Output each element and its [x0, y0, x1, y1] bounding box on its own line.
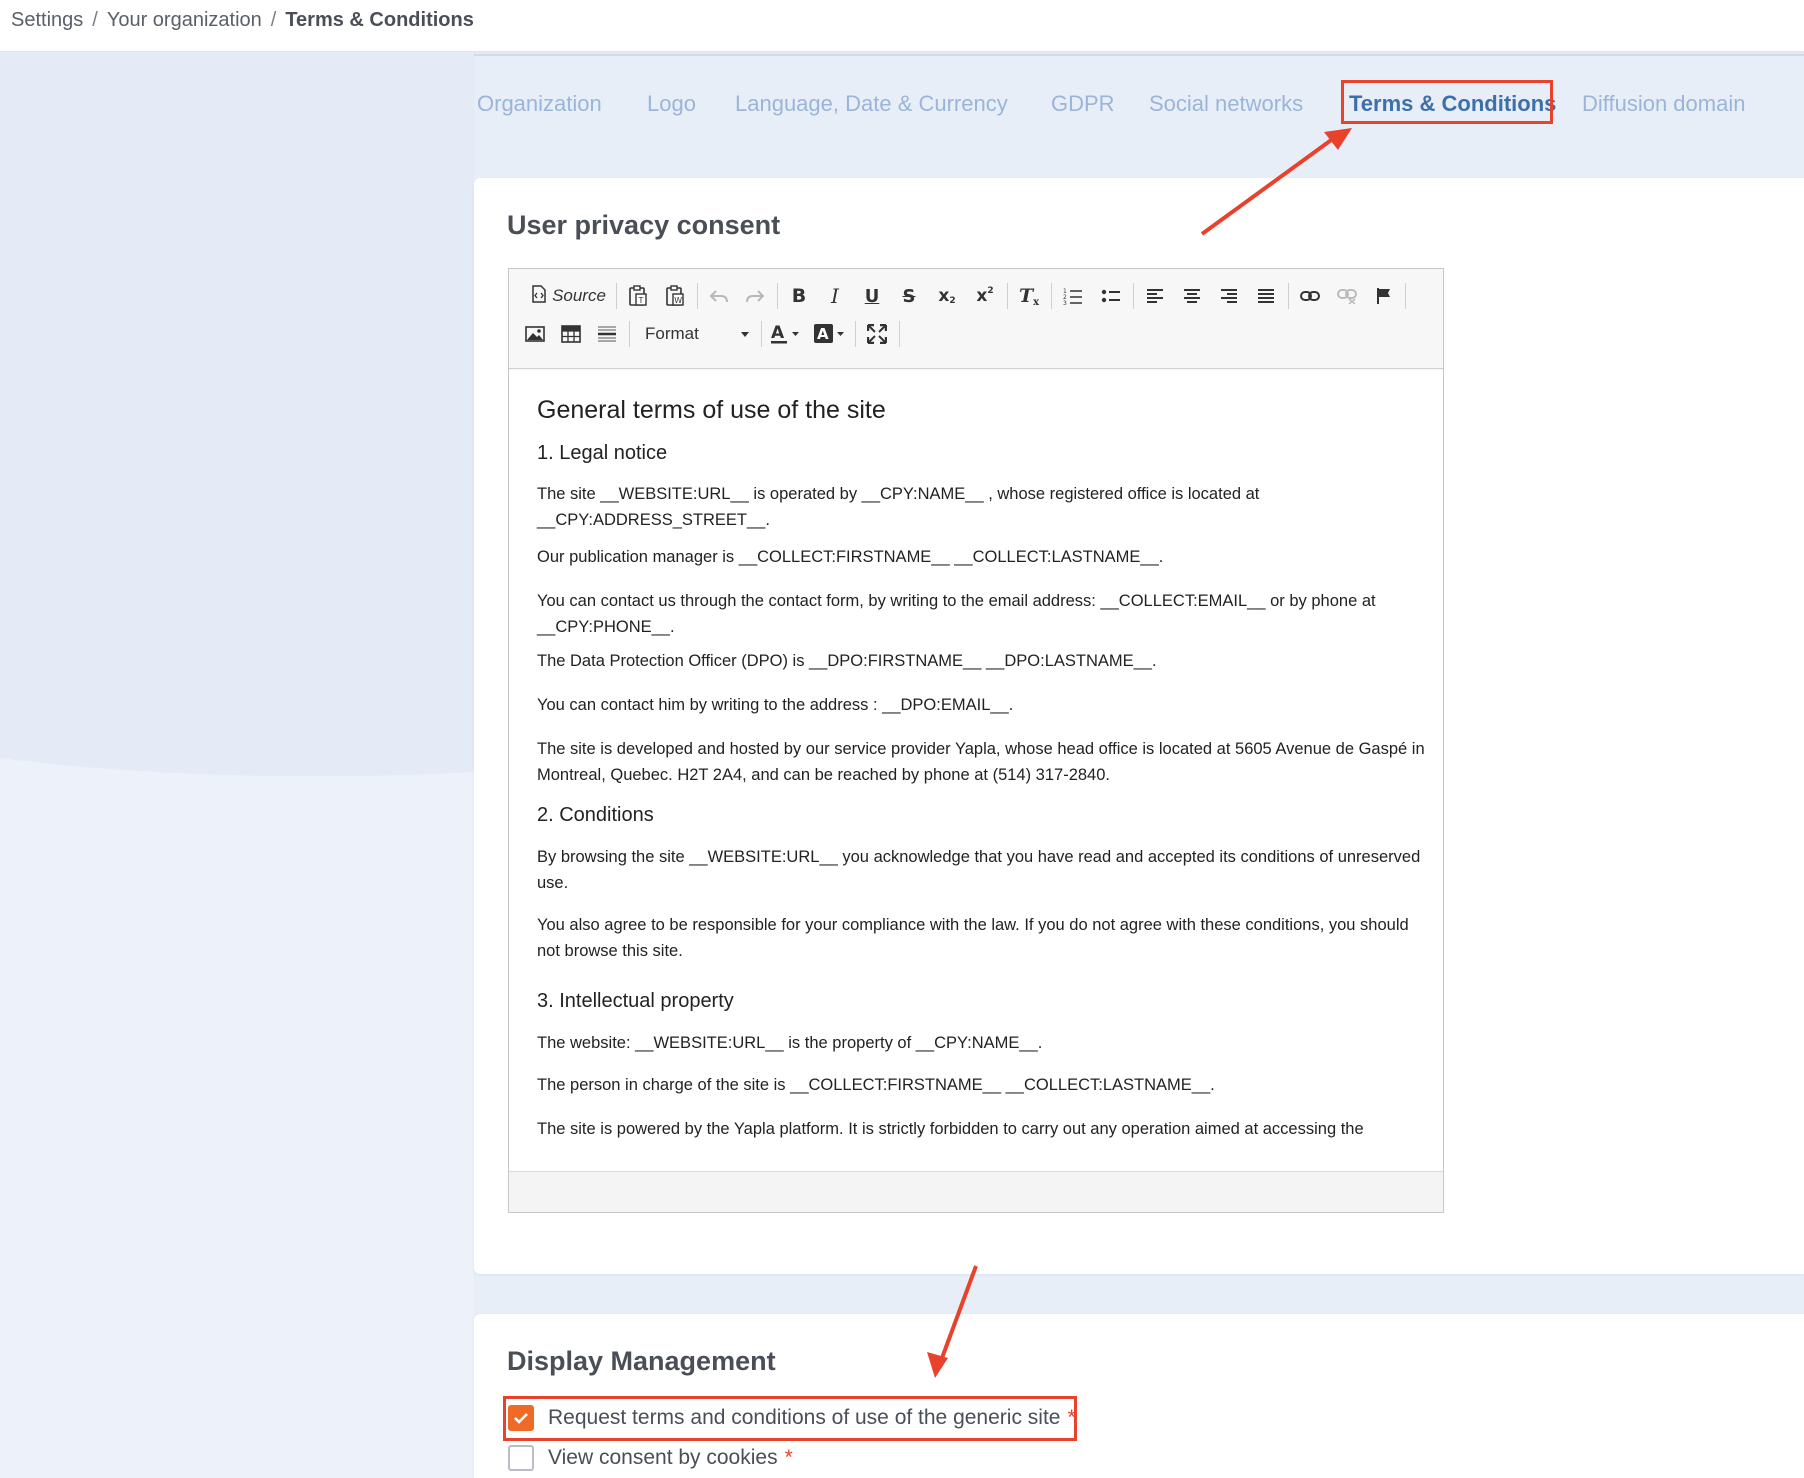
anchor-icon[interactable] — [1368, 281, 1400, 311]
svg-text:3: 3 — [1063, 300, 1067, 305]
paste-word-icon[interactable]: W — [659, 281, 691, 311]
editor-content-area[interactable]: General terms of use of the site 1. Lega… — [509, 370, 1443, 1171]
tab-highlight-box — [1341, 80, 1553, 124]
redo-icon[interactable] — [739, 281, 771, 311]
section-title-legal-notice: 1. Legal notice — [537, 442, 668, 464]
content-paragraph: The person in charge of the site is __CO… — [537, 1076, 1215, 1094]
breadcrumb: Settings / Your organization / Terms & Condi… — [11, 9, 474, 32]
breadcrumb-item-your-organization[interactable]: Your organization — [107, 9, 262, 31]
option-highlight-box — [503, 1396, 1077, 1441]
content-paragraph: The site is powered by the Yapla platfor… — [537, 1120, 1364, 1138]
section-title-conditions: 2. Conditions — [537, 804, 654, 826]
source-button[interactable]: Source — [527, 281, 611, 311]
toolbar-separator — [855, 321, 856, 347]
image-icon[interactable] — [519, 319, 551, 349]
maximize-icon[interactable] — [861, 319, 893, 349]
link-icon[interactable] — [1294, 281, 1326, 311]
option-label: View consent by cookies — [548, 1446, 778, 1469]
editor-status-bar — [509, 1171, 1443, 1212]
content-paragraph: Our publication manager is __COLLECT:FIR… — [537, 548, 1164, 566]
toolbar-separator — [1133, 283, 1134, 309]
strikethrough-icon[interactable]: S — [893, 281, 925, 311]
numbered-list-icon[interactable]: 123 — [1057, 281, 1089, 311]
toolbar-separator — [777, 283, 778, 309]
italic-icon[interactable]: I — [819, 281, 851, 311]
toolbar-separator — [1051, 283, 1052, 309]
card-title: User privacy consent — [507, 210, 781, 240]
superscript-icon[interactable]: x2 — [969, 281, 1001, 311]
toolbar-separator — [1405, 283, 1406, 309]
format-label: Format — [645, 324, 699, 343]
svg-text:W: W — [674, 296, 682, 305]
rich-text-editor: Source T W B I U S x2 x2 Tx 123 Format A… — [508, 268, 1444, 1213]
tab-language-date-currency[interactable]: Language, Date & Currency — [735, 86, 1008, 122]
breadcrumb-current: Terms & Conditions — [285, 9, 474, 31]
background-curve — [0, 52, 474, 1478]
tab-logo[interactable]: Logo — [647, 86, 696, 122]
bold-icon[interactable]: B — [783, 281, 815, 311]
tab-social-networks[interactable]: Social networks — [1149, 86, 1303, 122]
top-bar: Settings / Your organization / Terms & Condi… — [0, 0, 1804, 52]
svg-text:A: A — [817, 325, 829, 343]
align-center-icon[interactable] — [1176, 281, 1208, 311]
text-color-icon[interactable]: A — [767, 319, 805, 349]
background-color-icon[interactable]: A — [811, 319, 849, 349]
content-paragraph: You can contact us through the contact f… — [537, 592, 1376, 636]
align-left-icon[interactable] — [1139, 281, 1171, 311]
underline-icon[interactable]: U — [856, 281, 888, 311]
svg-text:T: T — [638, 296, 644, 305]
toolbar-separator — [697, 283, 698, 309]
checkbox-view-cookie-consent[interactable] — [508, 1445, 534, 1471]
source-icon — [532, 285, 546, 307]
section-title-intellectual-property: 3. Intellectual property — [537, 990, 734, 1012]
content-paragraph: The Data Protection Officer (DPO) is __D… — [537, 652, 1157, 670]
tab-diffusion-domain[interactable]: Diffusion domain — [1582, 86, 1745, 122]
table-icon[interactable] — [555, 319, 587, 349]
content-paragraph: The website: __WEBSITE:URL__ is the prop… — [537, 1034, 1043, 1052]
horizontal-rule-icon[interactable] — [591, 319, 623, 349]
align-right-icon[interactable] — [1213, 281, 1245, 311]
content-paragraph: By browsing the site __WEBSITE:URL__ you… — [537, 848, 1421, 892]
toolbar-separator — [761, 321, 762, 347]
svg-text:A: A — [771, 323, 785, 343]
format-dropdown[interactable]: Format — [635, 319, 755, 349]
editor-toolbar: Source T W B I U S x2 x2 Tx 123 Format A… — [509, 269, 1443, 369]
breadcrumb-separator: / — [270, 9, 277, 31]
toolbar-separator — [1007, 283, 1008, 309]
subscript-icon[interactable]: x2 — [931, 281, 963, 311]
content-paragraph: You can contact him by writing to the ad… — [537, 696, 1014, 714]
toolbar-separator — [899, 321, 900, 347]
unlink-icon[interactable] — [1331, 281, 1363, 311]
bulleted-list-icon[interactable] — [1095, 281, 1127, 311]
undo-icon[interactable] — [703, 281, 735, 311]
chevron-down-icon — [741, 332, 749, 337]
justify-icon[interactable] — [1250, 281, 1282, 311]
required-marker: * — [784, 1446, 793, 1469]
content-paragraph: You also agree to be responsible for you… — [537, 916, 1409, 960]
toolbar-separator — [629, 321, 630, 347]
toolbar-separator — [1288, 283, 1289, 309]
tab-gdpr[interactable]: GDPR — [1051, 86, 1115, 122]
paste-text-icon[interactable]: T — [622, 281, 654, 311]
remove-format-icon[interactable]: Tx — [1013, 281, 1045, 311]
content-paragraph: The site is developed and hosted by our … — [537, 740, 1425, 784]
breadcrumb-separator: / — [92, 9, 98, 31]
toolbar-separator — [616, 283, 617, 309]
content-paragraph: The site __WEBSITE:URL__ is operated by … — [537, 485, 1260, 529]
source-label: Source — [552, 286, 606, 305]
option-view-cookie-consent[interactable]: View consent by cookies * — [508, 1442, 793, 1474]
breadcrumb-item-settings[interactable]: Settings — [11, 9, 83, 31]
tab-divider — [474, 54, 1804, 56]
tab-organization[interactable]: Organization — [477, 86, 602, 122]
content-heading: General terms of use of the site — [537, 396, 886, 424]
card-title: Display Management — [507, 1346, 776, 1376]
